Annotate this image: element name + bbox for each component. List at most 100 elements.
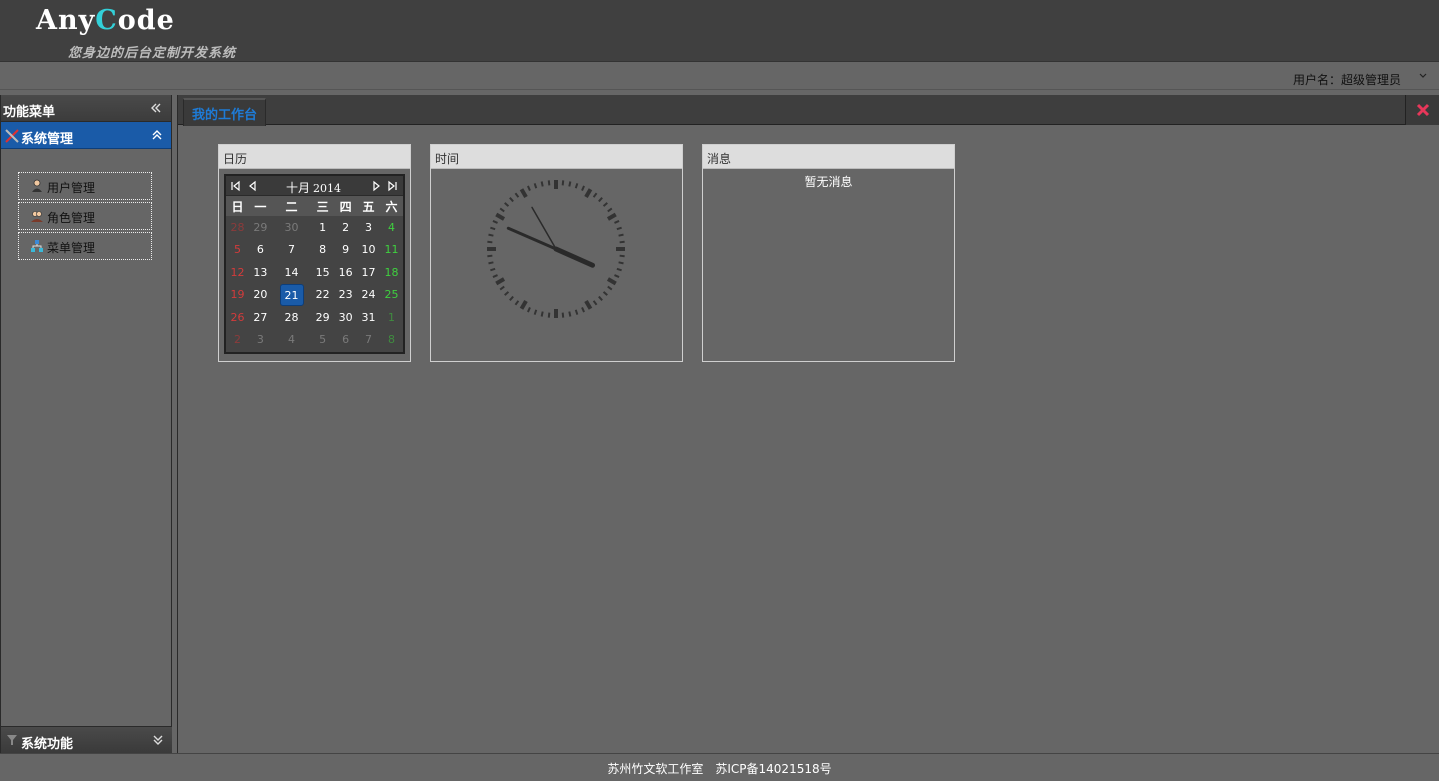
clock-tick <box>602 291 608 296</box>
clock-tick <box>616 226 622 231</box>
calendar-day[interactable]: 25 <box>380 284 403 307</box>
clock-tick <box>499 285 505 291</box>
clock-tick <box>607 207 613 213</box>
chevron-down-icon[interactable] <box>151 733 165 747</box>
calendar-day[interactable]: 24 <box>357 284 380 307</box>
clock-tick <box>598 197 603 203</box>
clock-tick <box>490 226 496 231</box>
user-bar: 用户名：超级管理员 <box>0 63 1439 90</box>
next-year-icon[interactable] <box>386 180 398 192</box>
menu-item-user-management[interactable]: 用户管理 <box>18 172 152 200</box>
calendar-day[interactable]: 9 <box>334 239 357 262</box>
close-tab-button[interactable] <box>1405 95 1439 125</box>
calendar-day[interactable]: 5 <box>226 239 249 262</box>
collapse-left-icon[interactable] <box>149 101 163 115</box>
calendar-day[interactable]: 14 <box>272 261 311 284</box>
menu-group-system-functions[interactable]: 系统功能 <box>1 726 172 753</box>
calendar-day[interactable]: 2 <box>334 216 357 239</box>
calendar-day[interactable]: 1 <box>311 216 334 239</box>
calendar-day[interactable]: 10 <box>357 239 380 262</box>
clock-tick <box>504 202 510 207</box>
messages-panel: 消息 暂无消息 <box>702 144 955 362</box>
calendar-day[interactable]: 2 <box>226 329 249 352</box>
calendar-day[interactable]: 27 <box>249 306 272 329</box>
calendar-day[interactable]: 30 <box>334 306 357 329</box>
tab-workbench[interactable]: 我的工作台 <box>183 98 267 126</box>
clock-tick <box>619 240 625 244</box>
calendar-day[interactable]: 11 <box>380 239 403 262</box>
calendar-day[interactable]: 15 <box>311 261 334 284</box>
calendar-day[interactable]: 6 <box>334 329 357 352</box>
menu-item-role-management[interactable]: 角色管理 <box>18 202 152 230</box>
panel-header: 消息 <box>703 145 954 169</box>
calendar-day[interactable]: 30 <box>272 216 311 239</box>
footer: 苏州竹文软工作室 苏ICP备14021518号 <box>0 753 1439 781</box>
calendar-day[interactable]: 31 <box>357 306 380 329</box>
clock-tick <box>509 295 514 301</box>
calendar-day[interactable]: 21 <box>272 283 311 307</box>
clock-tick <box>487 240 493 244</box>
calendar-day[interactable]: 3 <box>357 216 380 239</box>
clock-tick <box>492 274 498 278</box>
sidebar-title: 功能菜单 <box>1 95 171 122</box>
calendar-day[interactable]: 23 <box>334 284 357 307</box>
clock-tick <box>499 207 505 213</box>
prev-month-icon[interactable] <box>247 180 259 192</box>
next-month-icon[interactable] <box>370 180 382 192</box>
menu-item-menu-management[interactable]: 菜单管理 <box>18 232 152 260</box>
clock-tick <box>614 220 620 224</box>
calendar-day[interactable]: 18 <box>380 261 403 284</box>
calendar-panel: 日历 十月 2014 日一二三四五六 28 29 30 1 2 3 4 5 6 7 8 9 10 11 12 1… <box>218 144 411 362</box>
calendar-day[interactable]: 4 <box>272 329 311 352</box>
calendar-day[interactable]: 26 <box>226 306 249 329</box>
calendar-day[interactable]: 1 <box>380 306 403 329</box>
calendar-day[interactable]: 22 <box>311 284 334 307</box>
calendar-day[interactable]: 28 <box>226 216 249 239</box>
clock-tick <box>619 254 625 258</box>
calendar-day[interactable]: 6 <box>249 239 272 262</box>
calendar-day[interactable]: 13 <box>249 261 272 284</box>
calendar-day[interactable]: 7 <box>272 239 311 262</box>
calendar-day[interactable]: 19 <box>226 284 249 307</box>
calendar-day[interactable]: 3 <box>249 329 272 352</box>
calendar-day[interactable]: 12 <box>226 261 249 284</box>
clock-tick <box>592 300 598 306</box>
calendar-day[interactable]: 17 <box>357 261 380 284</box>
menu-group-system-management[interactable]: 系统管理 <box>1 122 171 149</box>
clock-tick <box>574 183 579 189</box>
clock-tick <box>592 192 598 198</box>
calendar-day[interactable]: 7 <box>357 329 380 352</box>
clock-tick <box>614 274 620 278</box>
clock-tick <box>488 233 494 237</box>
menu-item-label: 角色管理 <box>47 211 96 225</box>
calendar-day[interactable]: 29 <box>249 216 272 239</box>
tagline: 您身边的后台定制开发系统 <box>68 46 237 61</box>
panel-header: 时间 <box>431 145 682 169</box>
calendar-day[interactable]: 8 <box>311 239 334 262</box>
calendar-day[interactable]: 28 <box>272 306 311 329</box>
clock-tick <box>618 261 624 265</box>
calendar-day[interactable]: 8 <box>380 329 403 352</box>
clock-tick <box>618 233 624 237</box>
clock-tick <box>533 183 538 189</box>
chevron-up-icon[interactable] <box>150 128 164 142</box>
clock-tick <box>547 312 551 318</box>
clock-minute-hand <box>506 226 558 251</box>
clock-tick <box>504 291 510 296</box>
clock-tick <box>561 180 565 186</box>
calendar-day[interactable]: 4 <box>380 216 403 239</box>
calendar-month-year[interactable]: 十月 2014 <box>286 179 341 196</box>
prev-year-icon[interactable] <box>230 180 242 192</box>
clock-tick <box>487 254 493 258</box>
clock-tick <box>616 267 622 272</box>
clock-tick <box>519 299 528 310</box>
calendar-day[interactable]: 5 <box>311 329 334 352</box>
clock-tick <box>514 300 520 306</box>
calendar-day[interactable]: 20 <box>249 284 272 307</box>
funnel-icon <box>7 735 17 745</box>
calendar-day[interactable]: 16 <box>334 261 357 284</box>
footer-text: 苏州竹文软工作室 苏ICP备14021518号 <box>607 762 832 776</box>
clock-tick <box>581 185 585 191</box>
calendar-day[interactable]: 29 <box>311 306 334 329</box>
chevron-down-icon[interactable] <box>1419 72 1427 80</box>
